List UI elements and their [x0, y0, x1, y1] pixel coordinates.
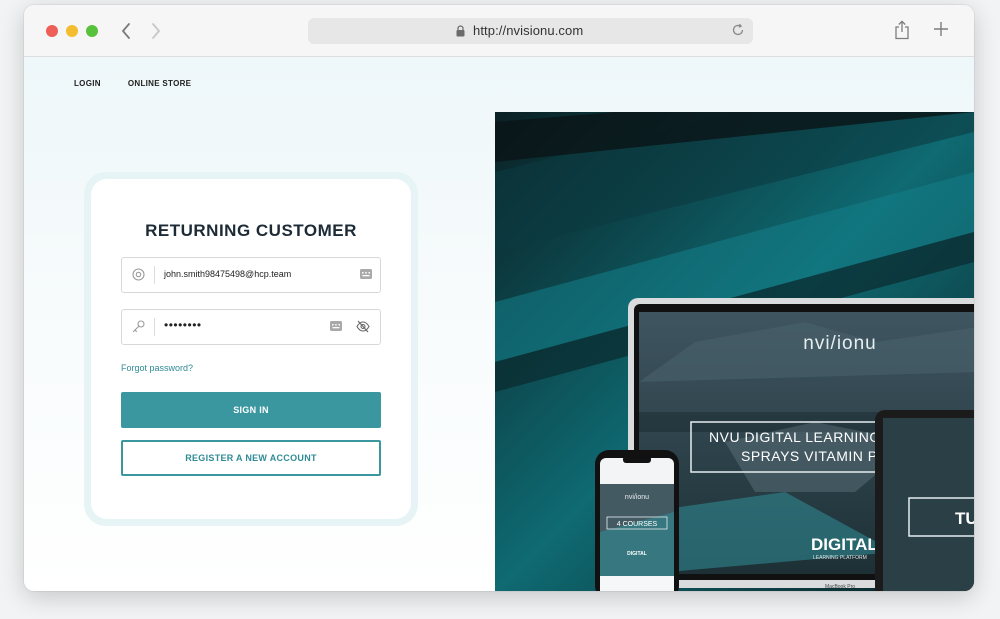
phone-courses: 4 COURSES: [617, 521, 658, 528]
tablet-text: TU: [955, 509, 974, 528]
laptop-brand-big: DIGITAL: [811, 535, 878, 554]
chevron-left-icon: [122, 23, 130, 39]
password-value: ••••••••: [164, 318, 202, 332]
top-navigation: LOGIN ONLINE STORE: [74, 79, 191, 88]
laptop-banner-line2: SPRAYS VITAMIN PR: [741, 448, 888, 464]
laptop-logo: nvi/ionu: [803, 333, 877, 354]
password-field[interactable]: ••••••••: [121, 309, 381, 345]
chevron-right-icon: [152, 23, 160, 39]
minimize-window-button[interactable]: [66, 25, 78, 37]
email-value: john.smith98475498@hcp.team: [164, 269, 292, 279]
new-tab-icon[interactable]: [932, 20, 950, 38]
hero-devices-illustration: nvi/ionu NVU DIGITAL LEARNING SPRAYS VIT…: [495, 112, 974, 591]
eye-slash-icon[interactable]: [356, 320, 370, 333]
laptop-banner-line1: NVU DIGITAL LEARNING: [709, 429, 881, 445]
phone-logo: nvi/ionu: [625, 494, 649, 501]
back-button[interactable]: [114, 18, 138, 44]
browser-window: http://nvisionu.com LOGIN ONLINE STORE R…: [24, 5, 974, 591]
nav-online-store-link[interactable]: ONLINE STORE: [128, 79, 191, 88]
keyboard-icon[interactable]: [360, 269, 372, 279]
keyboard-icon[interactable]: [330, 321, 342, 331]
login-card-title: RETURNING CUSTOMER: [145, 221, 357, 240]
field-separator: [154, 318, 155, 336]
browser-toolbar: http://nvisionu.com: [24, 5, 974, 57]
laptop-model: MacBook Pro: [825, 584, 855, 590]
zoom-window-button[interactable]: [86, 25, 98, 37]
sign-in-button[interactable]: SIGN IN: [121, 392, 381, 428]
login-card: RETURNING CUSTOMER john.smith98475498@hc…: [91, 179, 411, 519]
phone-digital: DIGITAL: [627, 551, 647, 557]
hero-image: nvi/ionu NVU DIGITAL LEARNING SPRAYS VIT…: [495, 112, 974, 591]
field-separator: [154, 266, 155, 284]
lock-icon: [456, 25, 465, 37]
key-icon: [132, 320, 145, 333]
register-account-button[interactable]: REGISTER A NEW ACCOUNT: [121, 440, 381, 476]
nav-login-link[interactable]: LOGIN: [74, 79, 101, 88]
forward-button[interactable]: [144, 18, 168, 44]
laptop-brand-small: LEARNING PLATFORM: [813, 555, 867, 561]
at-sign-icon: [132, 268, 145, 281]
url-text: http://nvisionu.com: [473, 23, 584, 38]
web-page: LOGIN ONLINE STORE RETURNING CUSTOMER jo…: [24, 57, 974, 591]
email-field[interactable]: john.smith98475498@hcp.team: [121, 257, 381, 293]
close-window-button[interactable]: [46, 25, 58, 37]
reload-icon[interactable]: [731, 23, 745, 37]
address-bar[interactable]: http://nvisionu.com: [308, 18, 753, 44]
share-icon[interactable]: [894, 20, 910, 40]
forgot-password-link[interactable]: Forgot password?: [121, 363, 193, 373]
